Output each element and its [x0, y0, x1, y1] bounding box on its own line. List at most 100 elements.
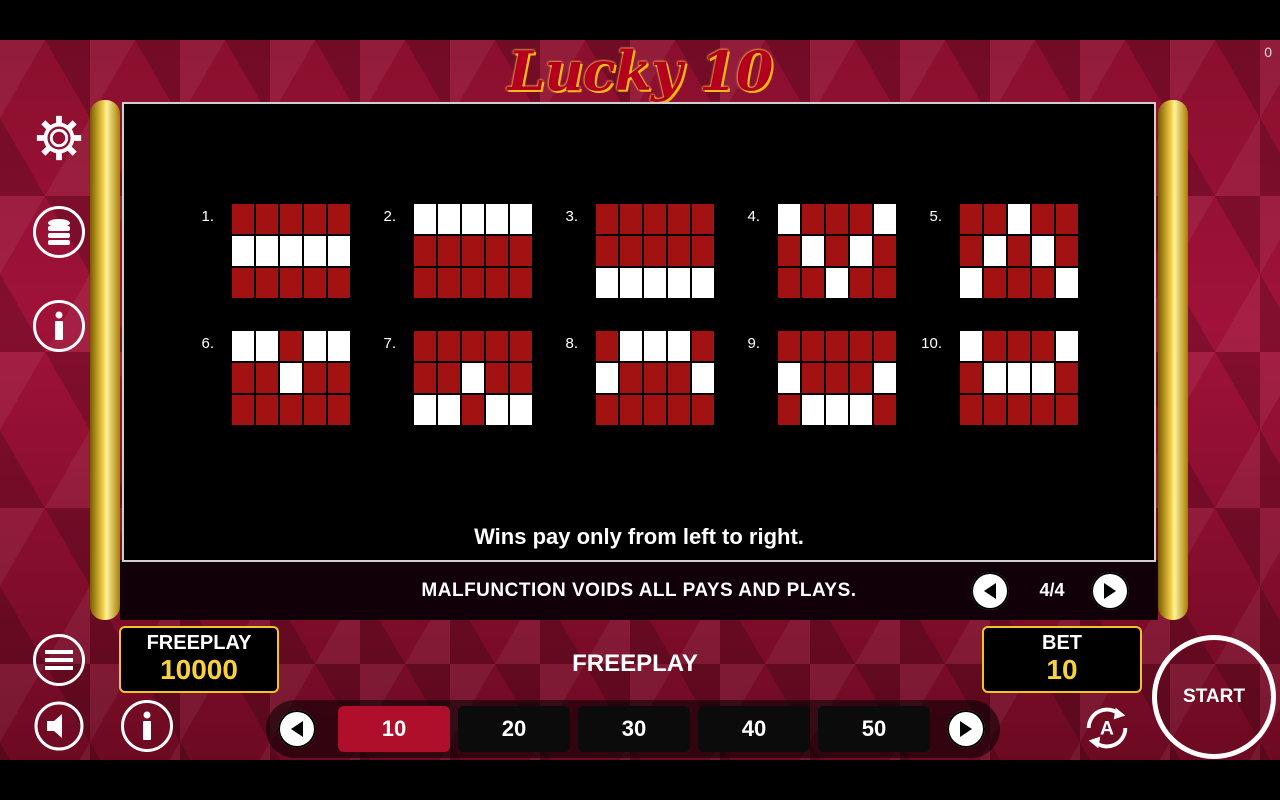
sound-icon[interactable] [33, 700, 85, 752]
payline-cell [1056, 204, 1078, 234]
payline-cell-active [414, 395, 436, 425]
game-logo: Lucky 10 Bells [507, 40, 774, 102]
payline-cell-active [438, 395, 460, 425]
payline-cell [1032, 204, 1054, 234]
payline-cell [280, 268, 302, 298]
payline-cell [280, 204, 302, 234]
bet-option[interactable]: 50 [818, 706, 930, 752]
autoplay-icon[interactable]: A [1081, 702, 1133, 754]
payline-cell-active [328, 236, 350, 266]
payline-cell-active [802, 236, 824, 266]
payline-cell [232, 204, 254, 234]
freeplay-mode-label: FREEPLAY [572, 650, 698, 677]
start-label: START [1183, 686, 1245, 707]
payline-cell-active [850, 395, 872, 425]
payline-cell [486, 236, 508, 266]
payline-cell [874, 395, 896, 425]
payline-number: 5. [929, 208, 942, 225]
payline-cell [510, 268, 532, 298]
prev-page-button[interactable] [971, 572, 1009, 610]
payline-number: 10. [921, 335, 942, 352]
payline-cell [232, 268, 254, 298]
payline-number: 9. [747, 335, 760, 352]
payline-cell [1056, 395, 1078, 425]
payline-number: 1. [201, 208, 214, 225]
payline-cell [304, 204, 326, 234]
arrow-right-icon [960, 721, 972, 737]
payline-cell [280, 395, 302, 425]
payline-cell-active [802, 395, 824, 425]
payline-cell [778, 331, 800, 361]
payline-cell [462, 395, 484, 425]
coins-icon[interactable] [33, 206, 85, 258]
payline-cell [1056, 363, 1078, 393]
payline-cell-active [620, 268, 642, 298]
payline-cell-active [280, 236, 302, 266]
payline-cell-active [1032, 363, 1054, 393]
payline-cell [778, 395, 800, 425]
payline-cell [256, 363, 278, 393]
payline-cell [596, 236, 618, 266]
payline-cell [692, 331, 714, 361]
payline-cell [984, 395, 1006, 425]
bet-label: BET [1042, 632, 1082, 654]
payline-cell [438, 236, 460, 266]
payline-cell [414, 363, 436, 393]
payline-cell [462, 268, 484, 298]
payline-cell-active [510, 204, 532, 234]
payline-cell [486, 268, 508, 298]
payline-cell [692, 236, 714, 266]
payline-cell-active [462, 204, 484, 234]
arrow-left-icon [291, 721, 303, 737]
bet-option[interactable]: 20 [458, 706, 570, 752]
payline-cell-active [960, 268, 982, 298]
payline-cell [668, 236, 690, 266]
payline-cell [328, 395, 350, 425]
bet-option[interactable]: 30 [578, 706, 690, 752]
payline-cell [984, 204, 1006, 234]
payline-cell [802, 331, 824, 361]
freeplay-value: 10000 [160, 654, 238, 685]
payline-cell [256, 395, 278, 425]
info-icon-bottom[interactable] [121, 700, 173, 752]
payline-cell [1008, 395, 1030, 425]
payline-cell-active [850, 236, 872, 266]
payline-cell-active [462, 363, 484, 393]
payline-cell [1008, 331, 1030, 361]
payline-cell [462, 331, 484, 361]
payline-cell [850, 363, 872, 393]
payline-cell [438, 331, 460, 361]
payline-pattern [596, 204, 714, 298]
info-icon[interactable] [33, 300, 85, 352]
payline-cell [826, 331, 848, 361]
start-button[interactable]: START [1152, 635, 1276, 759]
payline-cell-active [1008, 204, 1030, 234]
payline-cell [256, 268, 278, 298]
bet-option[interactable]: 40 [698, 706, 810, 752]
payline-cell [826, 236, 848, 266]
payline-cell-active [232, 331, 254, 361]
payline-cell-active [256, 331, 278, 361]
payline-cell [960, 204, 982, 234]
arrow-right-icon [1104, 583, 1116, 599]
bet-prev-button[interactable] [278, 710, 316, 748]
payline-cell [692, 204, 714, 234]
payline-cell [960, 363, 982, 393]
payline-cell-active [1032, 236, 1054, 266]
payline-cell [620, 363, 642, 393]
payline-cell [850, 331, 872, 361]
next-page-button[interactable] [1091, 572, 1129, 610]
payline-pattern [232, 204, 350, 298]
payline-cell [486, 331, 508, 361]
arrow-left-icon [984, 583, 996, 599]
menu-icon[interactable] [33, 634, 85, 686]
payline-cell-active [644, 331, 666, 361]
reel-frame-right [1158, 100, 1188, 620]
payline-pattern [232, 331, 350, 425]
payline-cell [826, 204, 848, 234]
bet-option[interactable]: 10 [338, 706, 450, 752]
payline-cell-active [692, 363, 714, 393]
bet-next-button[interactable] [947, 710, 985, 748]
settings-gear-icon[interactable] [33, 112, 85, 164]
payline-pattern [960, 331, 1078, 425]
